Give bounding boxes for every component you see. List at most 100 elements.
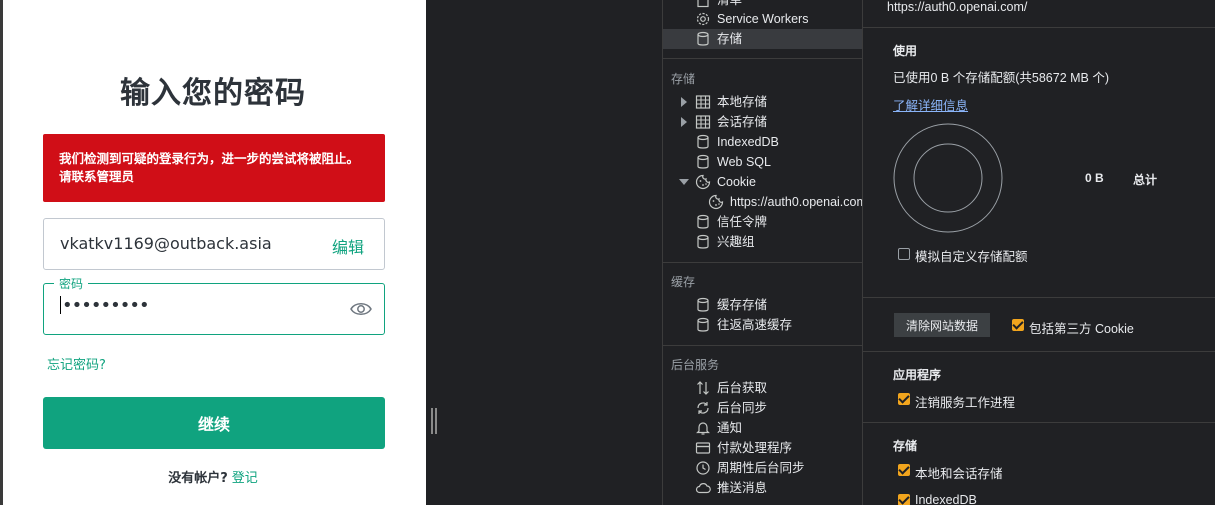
sidebar-item-label: 往返高速缓存 — [717, 318, 793, 332]
sidebar-item-label: 通知 — [717, 421, 743, 435]
sync-icon — [697, 402, 709, 414]
sidebar-item-label: 本地存储 — [717, 95, 768, 109]
section-divider — [863, 351, 1215, 352]
simulate-quota-checkbox[interactable] — [898, 248, 910, 260]
database-icon — [697, 214, 709, 229]
sidebar-item-web-sql[interactable]: Web SQL — [663, 152, 862, 172]
sidebar-item-cache-storage[interactable]: 缓存存储 — [663, 295, 862, 315]
usage-total-label: 总计 — [1133, 173, 1158, 187]
third-party-cookie-checkbox[interactable] — [1012, 319, 1024, 331]
sidebar-item-label: 缓存存储 — [717, 298, 768, 312]
section-title-storage: 存储 — [671, 72, 696, 86]
expand-arrow-icon[interactable] — [681, 97, 687, 107]
sidebar-item-label: Web SQL — [717, 155, 771, 169]
text-caret — [60, 296, 61, 314]
sidebar-item-label: 存储 — [717, 32, 743, 46]
section-divider — [863, 297, 1215, 298]
section-divider — [663, 58, 862, 59]
sidebar-item-label: 会话存储 — [717, 115, 768, 129]
bell-icon — [696, 422, 710, 435]
sidebar-item-periodic-sync[interactable]: 周期性后台同步 — [663, 458, 862, 478]
collapse-arrow-icon[interactable] — [679, 179, 689, 185]
usage-heading: 使用 — [893, 44, 918, 58]
password-field[interactable]: 密码 ••••••••• — [43, 275, 385, 335]
database-icon — [697, 31, 709, 46]
sidebar-item-interest-groups[interactable]: 兴趣组 — [663, 232, 862, 252]
section-divider — [663, 345, 862, 346]
email-value: vkatkv1169@outback.asia — [60, 234, 272, 253]
signup-row: 没有帐户? 登记 — [0, 467, 426, 486]
password-input[interactable]: ••••••••• — [60, 295, 150, 316]
application-sidebar: 清单 Service Workers 存储 存储 本地存储 会话存储 Index… — [662, 0, 863, 505]
database-icon — [697, 154, 709, 169]
section-title-cache: 缓存 — [671, 275, 696, 289]
password-label: 密码 — [54, 275, 89, 292]
sidebar-item-push-messaging[interactable]: 推送消息 — [663, 478, 862, 498]
splitter-grip-line — [431, 408, 433, 434]
learn-more-link[interactable]: 了解详细信息 — [893, 95, 968, 114]
sidebar-item-payment-handler[interactable]: 付款处理程序 — [663, 438, 862, 458]
third-party-cookie-label: 包括第三方 Cookie — [1029, 322, 1134, 336]
sidebar-item-cookie[interactable]: Cookie — [663, 172, 862, 192]
sidebar-item-service-workers[interactable]: Service Workers — [663, 9, 862, 29]
storage-panel: https://auth0.openai.com/ 使用 已使用0 B 个存储配… — [863, 0, 1215, 505]
sidebar-item-background-sync[interactable]: 后台同步 — [663, 398, 862, 418]
devtools-left-pane — [426, 0, 662, 505]
cookie-icon — [695, 174, 711, 190]
sidebar-item-label: Service Workers — [717, 12, 809, 26]
devtools-panel: 清单 Service Workers 存储 存储 本地存储 会话存储 Index… — [426, 0, 1215, 505]
arrows-updown-icon — [697, 381, 709, 395]
sidebar-item-trust-tokens[interactable]: 信任令牌 — [663, 212, 862, 232]
sidebar-item-label: 信任令牌 — [717, 215, 768, 229]
section-title-background-services: 后台服务 — [671, 358, 720, 372]
local-session-storage-checkbox[interactable] — [898, 464, 910, 476]
gear-icon — [696, 12, 710, 26]
sidebar-item-label: https://auth0.openai.com — [730, 195, 863, 209]
usage-text: 已使用0 B 个存储配额(共58672 MB 个) — [893, 71, 1110, 85]
application-heading: 应用程序 — [893, 368, 942, 382]
show-password-icon[interactable] — [350, 300, 372, 318]
sidebar-item-label: Cookie — [717, 175, 756, 189]
sidebar-item-label: 后台同步 — [717, 401, 768, 415]
sidebar-item-label: 周期性后台同步 — [717, 461, 805, 475]
signup-link[interactable]: 登记 — [232, 471, 258, 486]
edit-email-link[interactable]: 编辑 — [332, 234, 364, 258]
sidebar-item-label: 兴趣组 — [717, 235, 755, 249]
section-divider — [863, 422, 1215, 423]
window-edge — [0, 0, 3, 505]
expand-arrow-icon[interactable] — [681, 117, 687, 127]
sidebar-item-bfcache[interactable]: 往返高速缓存 — [663, 315, 862, 335]
forgot-password-link[interactable]: 忘记密码? — [47, 354, 106, 373]
credit-card-icon — [695, 442, 711, 454]
manifest-icon — [697, 0, 709, 8]
database-icon — [697, 297, 709, 312]
sidebar-item-notifications[interactable]: 通知 — [663, 418, 862, 438]
section-divider — [863, 27, 1215, 28]
indexeddb-checkbox[interactable] — [898, 494, 910, 505]
unregister-sw-label: 注销服务工作进程 — [915, 396, 1016, 410]
indexeddb-label: IndexedDB — [915, 493, 977, 505]
clear-site-data-button[interactable]: 清除网站数据 — [894, 313, 990, 337]
page-title: 输入您的密码 — [120, 76, 306, 111]
sidebar-item-cookie-origin[interactable]: https://auth0.openai.com — [663, 192, 863, 212]
storage-heading: 存储 — [893, 439, 918, 453]
continue-button[interactable]: 继续 — [43, 397, 385, 449]
sidebar-item-storage[interactable]: 存储 — [663, 29, 862, 49]
database-icon — [697, 317, 709, 332]
database-icon — [697, 234, 709, 249]
usage-value: 0 B — [1085, 171, 1104, 185]
no-account-text: 没有帐户? — [168, 471, 228, 486]
simulate-quota-label: 模拟自定义存储配额 — [915, 250, 1028, 264]
sidebar-item-indexeddb[interactable]: IndexedDB — [663, 132, 862, 152]
sidebar-item-label: IndexedDB — [717, 135, 779, 149]
sidebar-item-background-fetch[interactable]: 后台获取 — [663, 378, 862, 398]
sidebar-item-session-storage[interactable]: 会话存储 — [663, 112, 862, 132]
splitter-grip-line — [435, 408, 437, 434]
pane-splitter-handle[interactable] — [431, 408, 437, 434]
sidebar-item-local-storage[interactable]: 本地存储 — [663, 92, 862, 112]
sidebar-item-label: 付款处理程序 — [717, 441, 793, 455]
unregister-sw-checkbox[interactable] — [898, 393, 910, 405]
error-alert: 我们检测到可疑的登录行为，进一步的尝试将被阻止。请联系管理员 — [43, 134, 385, 202]
sidebar-item-label: 后台获取 — [717, 381, 768, 395]
password-mask: ••••••••• — [62, 295, 150, 316]
